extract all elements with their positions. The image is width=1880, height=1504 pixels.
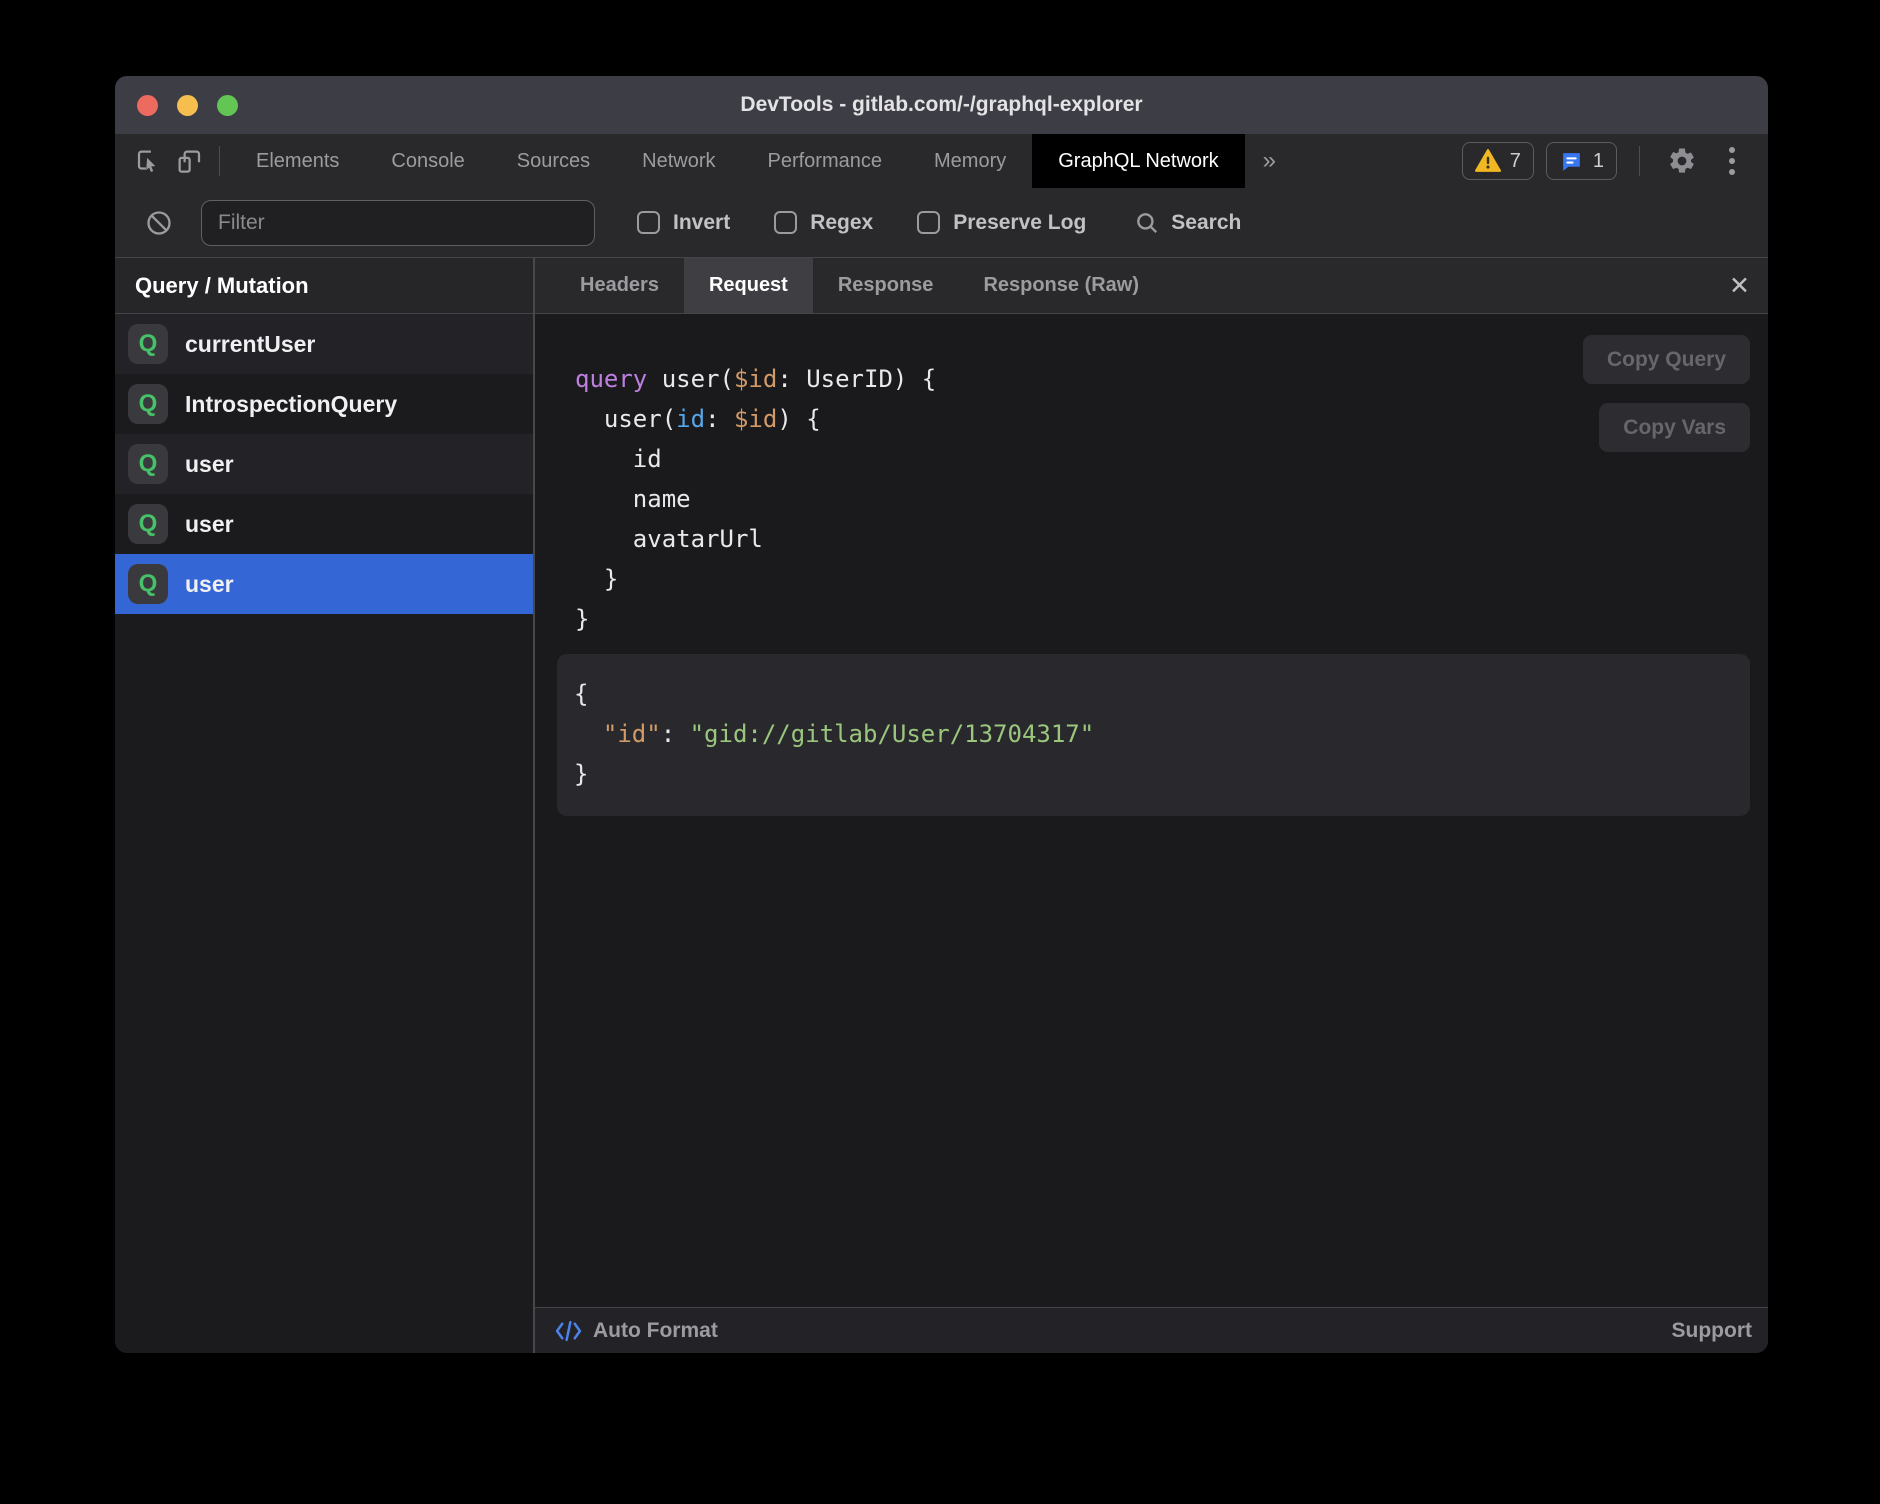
sidebar-header: Query / Mutation (115, 258, 533, 314)
query-type-badge: Q (128, 564, 168, 604)
search-button[interactable]: Search (1134, 210, 1241, 236)
invert-checkbox[interactable]: Invert (637, 211, 730, 235)
auto-format-button[interactable]: Auto Format (555, 1319, 718, 1343)
minimize-window-button[interactable] (177, 95, 198, 116)
checkbox-box (774, 211, 797, 234)
query-name-label: user (185, 451, 234, 478)
tab-memory[interactable]: Memory (908, 134, 1032, 188)
sidebar-item-currentuser[interactable]: QcurrentUser (115, 314, 533, 374)
more-tabs-button[interactable]: » (1245, 147, 1294, 175)
filter-toolbar: Invert Regex Preserve Log Search (115, 188, 1768, 258)
filter-options: Invert Regex Preserve Log (637, 211, 1086, 235)
close-icon[interactable]: ✕ (1729, 258, 1750, 313)
tab-headers[interactable]: Headers (555, 258, 684, 313)
tab-performance[interactable]: Performance (742, 134, 909, 188)
code-line: name (575, 479, 1750, 519)
devtools-window: DevTools - gitlab.com/-/graphql-explorer… (115, 76, 1768, 1353)
query-list-sidebar: Query / Mutation QcurrentUserQIntrospect… (115, 258, 535, 1353)
toolbar-divider (219, 146, 220, 176)
query-name-label: IntrospectionQuery (185, 391, 397, 418)
query-type-badge: Q (128, 504, 168, 544)
code-line: } (574, 754, 1732, 794)
query-name-label: currentUser (185, 331, 315, 358)
auto-format-label: Auto Format (593, 1319, 718, 1343)
tab-response-raw[interactable]: Response (Raw) (958, 258, 1164, 313)
clear-icon[interactable] (139, 203, 179, 243)
search-icon (1134, 210, 1160, 236)
code-line: avatarUrl (575, 519, 1750, 559)
window-title: DevTools - gitlab.com/-/graphql-explorer (115, 93, 1768, 117)
regex-checkbox[interactable]: Regex (774, 211, 873, 235)
support-link[interactable]: Support (1672, 1319, 1752, 1343)
close-window-button[interactable] (137, 95, 158, 116)
message-bubble-icon (1559, 149, 1584, 174)
query-type-badge: Q (128, 324, 168, 364)
tab-network[interactable]: Network (616, 134, 741, 188)
checkbox-label: Invert (673, 211, 730, 235)
tab-elements[interactable]: Elements (230, 134, 365, 188)
code-line: { (574, 674, 1732, 714)
filter-input[interactable] (201, 200, 595, 246)
tabbar-right-controls: 7 1 (1462, 141, 1768, 181)
device-toolbar-icon[interactable] (169, 141, 209, 181)
query-type-badge: Q (128, 444, 168, 484)
tab-graphql-network[interactable]: GraphQL Network (1032, 134, 1244, 188)
code-brackets-icon (555, 1319, 582, 1343)
request-view: Copy Query Copy Vars query user($id: Use… (535, 314, 1768, 1307)
tab-sources[interactable]: Sources (491, 134, 616, 188)
detail-pane: HeadersRequestResponseResponse (Raw) ✕ C… (535, 258, 1768, 1353)
preserve-log-checkbox[interactable]: Preserve Log (917, 211, 1086, 235)
copy-query-button[interactable]: Copy Query (1583, 335, 1750, 384)
sidebar-item-user[interactable]: Quser (115, 554, 533, 614)
tab-response[interactable]: Response (813, 258, 959, 313)
detail-footer: Auto Format Support (535, 1307, 1768, 1353)
variables-box: { "id": "gid://gitlab/User/13704317"} (557, 654, 1750, 816)
issues-badge[interactable]: 1 (1546, 142, 1617, 180)
tab-request[interactable]: Request (684, 258, 813, 313)
more-options-icon[interactable] (1714, 147, 1750, 175)
sidebar-item-introspectionquery[interactable]: Q IntrospectionQuery (115, 374, 533, 434)
inspect-element-icon[interactable] (129, 141, 169, 181)
checkbox-box (637, 211, 660, 234)
traffic-lights (137, 76, 238, 134)
panel-tabs: ElementsConsoleSourcesNetworkPerformance… (230, 134, 1245, 188)
checkbox-label: Regex (810, 211, 873, 235)
maximize-window-button[interactable] (217, 95, 238, 116)
settings-gear-icon[interactable] (1662, 141, 1702, 181)
search-label: Search (1171, 211, 1241, 235)
copy-vars-button[interactable]: Copy Vars (1599, 403, 1750, 452)
tab-console[interactable]: Console (365, 134, 490, 188)
titlebar: DevTools - gitlab.com/-/graphql-explorer (115, 76, 1768, 134)
code-line: "id": "gid://gitlab/User/13704317" (574, 714, 1732, 754)
query-list: QcurrentUserQIntrospectionQueryQuserQuse… (115, 314, 533, 614)
variables-json: { "id": "gid://gitlab/User/13704317"} (574, 674, 1732, 794)
graphql-query-code: query user($id: UserID) { user(id: $id) … (575, 359, 1750, 639)
devtools-tabbar: ElementsConsoleSourcesNetworkPerformance… (115, 134, 1768, 188)
sidebar-item-user[interactable]: Quser (115, 494, 533, 554)
copy-buttons: Copy Query Copy Vars (1583, 335, 1750, 452)
warning-triangle-icon (1475, 149, 1501, 173)
checkbox-label: Preserve Log (953, 211, 1086, 235)
code-line: } (575, 599, 1750, 639)
query-name-label: user (185, 571, 234, 598)
query-type-badge: Q (128, 384, 168, 424)
code-line: query user($id: UserID) { (575, 359, 1750, 399)
code-line: id (575, 439, 1750, 479)
query-name-label: user (185, 511, 234, 538)
issues-count: 1 (1593, 150, 1604, 173)
code-line: } (575, 559, 1750, 599)
sidebar-item-user[interactable]: Quser (115, 434, 533, 494)
checkbox-box (917, 211, 940, 234)
warnings-badge[interactable]: 7 (1462, 142, 1534, 180)
content-area: Query / Mutation QcurrentUserQIntrospect… (115, 258, 1768, 1353)
warning-count: 7 (1510, 150, 1521, 173)
tabbar-divider (1639, 146, 1640, 176)
code-line: user(id: $id) { (575, 399, 1750, 439)
detail-tabs: HeadersRequestResponseResponse (Raw) ✕ (535, 258, 1768, 314)
